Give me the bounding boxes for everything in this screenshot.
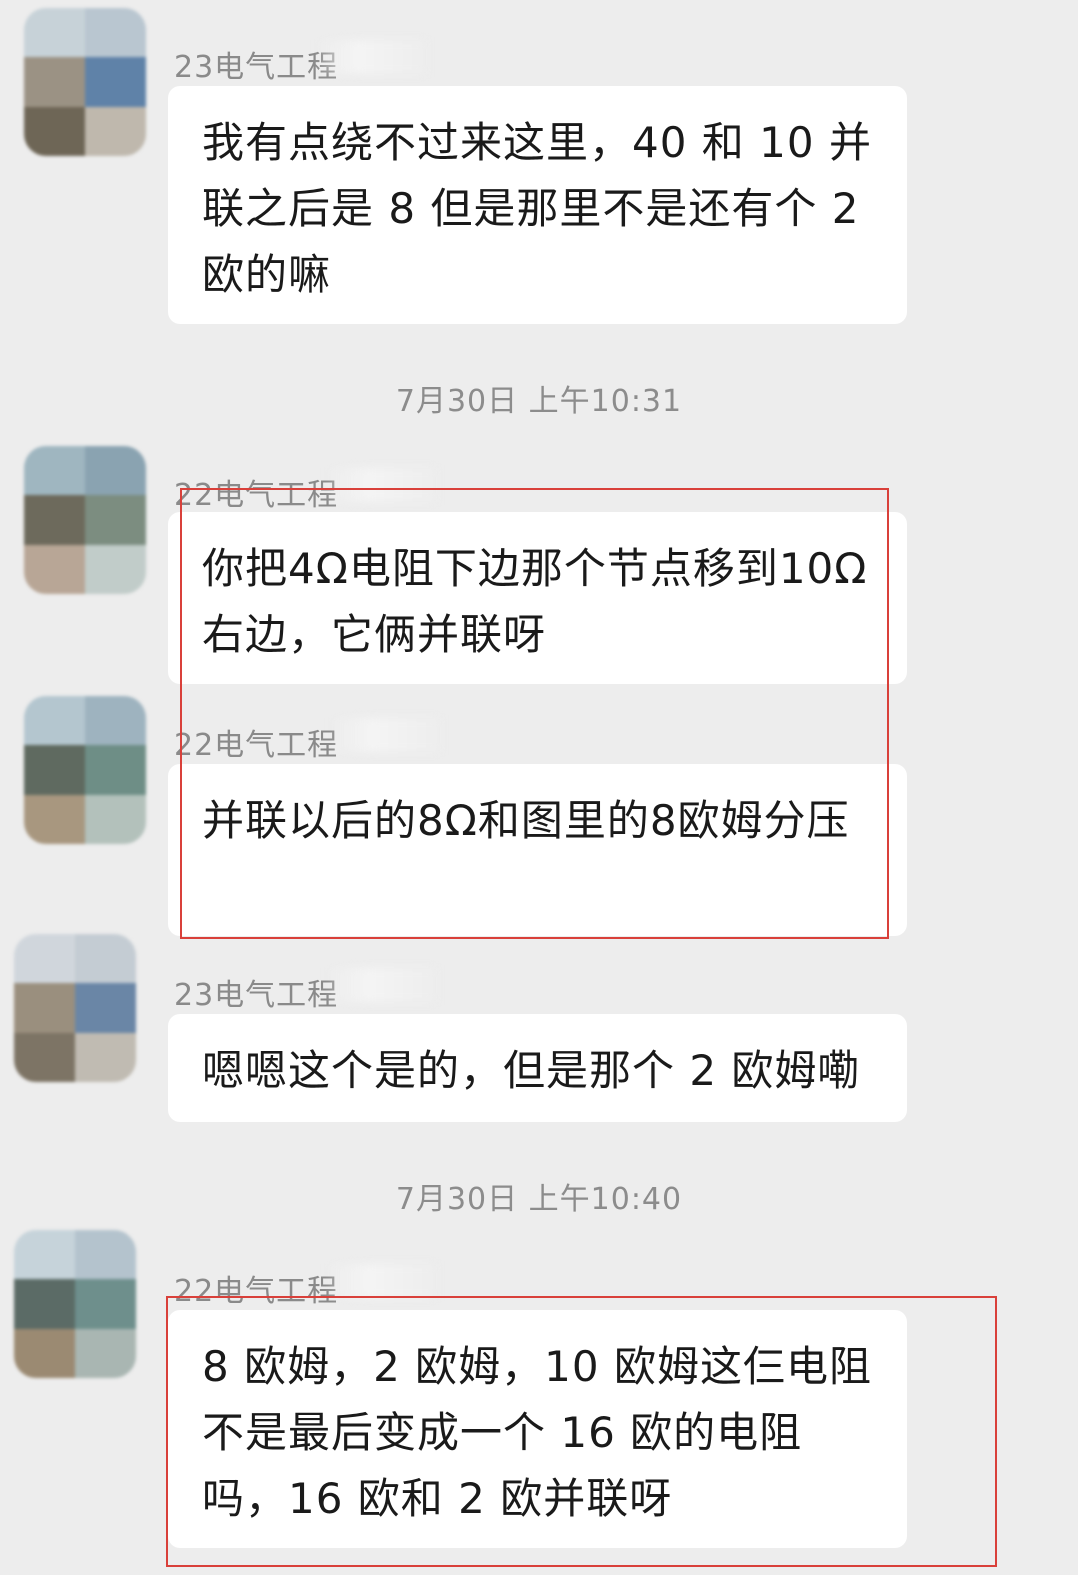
message-bubble[interactable]: 我有点绕不过来这里，40 和 10 并联之后是 8 但是那里不是还有个 2 欧的… [168,86,907,324]
sender-redaction [326,1264,436,1298]
sender-redaction [316,40,426,74]
message-bubble[interactable]: 嗯嗯这个是的，但是那个 2 欧姆嘞 [168,1014,907,1122]
highlight-box [180,488,889,939]
timestamp: 7月30日 上午10:31 [395,384,683,419]
avatar[interactable] [24,696,146,844]
sender-name: 23电气工程 [174,978,339,1013]
avatar[interactable] [24,8,146,156]
highlight-box [166,1296,997,1567]
avatar[interactable] [24,446,146,594]
timestamp: 7月30日 上午10:40 [395,1182,683,1217]
avatar[interactable] [14,1230,136,1378]
sender-redaction [326,968,436,1002]
sender-name: 23电气工程 [174,50,339,85]
avatar[interactable] [14,934,136,1082]
